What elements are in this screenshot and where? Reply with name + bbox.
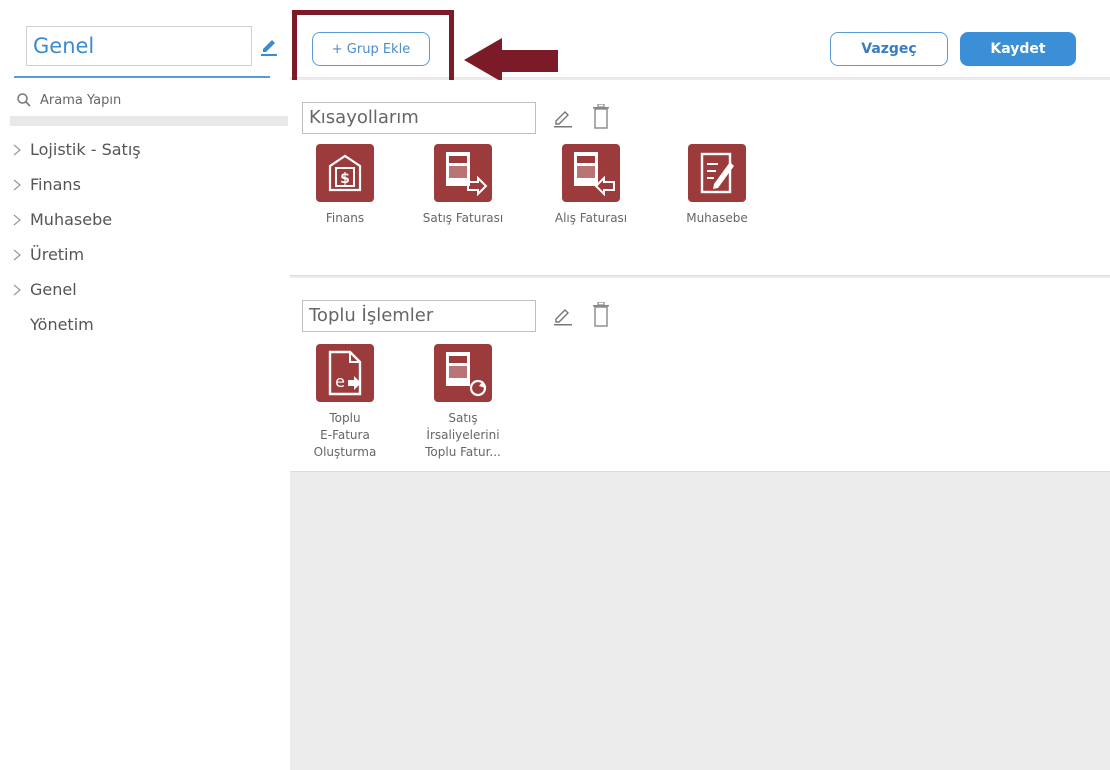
cancel-button[interactable]: Vazgeç [830, 32, 948, 66]
e-invoice-icon: e [316, 344, 374, 402]
menu-title-field[interactable]: Genel [26, 26, 252, 66]
shortcut-tile-satis-irsaliyeleri[interactable]: Satış İrsaliyelerini Toplu Fatur... [408, 344, 518, 461]
divider [10, 116, 288, 126]
group-name-field[interactable]: Toplu İşlemler [302, 300, 536, 332]
bulk-operations-group: Toplu İşlemler e Toplu E-Fatura Oluşturm… [290, 278, 1110, 472]
sidebar-item-label: Lojistik - Satış [30, 140, 141, 159]
chevron-right-icon [13, 179, 21, 190]
title-underline [14, 76, 270, 78]
add-group-button[interactable]: + Grup Ekle [312, 32, 430, 66]
chevron-right-icon [13, 284, 21, 295]
trash-icon[interactable] [592, 302, 610, 328]
tile-label: Muhasebe [686, 211, 748, 225]
sidebar-nav: Lojistik - Satış Finans Muhasebe Üretim … [10, 132, 288, 342]
tile-label: Alış Faturası [554, 211, 628, 225]
sidebar-item-label: Muhasebe [30, 210, 113, 229]
accounting-edit-icon [688, 144, 746, 202]
sidebar-item-finans[interactable]: Finans [10, 167, 288, 202]
sidebar-item-yonetim[interactable]: Yönetim [10, 307, 288, 342]
shortcut-tile-alis-faturasi[interactable]: Alış Faturası [536, 144, 646, 227]
sales-invoice-icon [434, 144, 492, 202]
tile-label: Satış Faturası [422, 211, 504, 225]
search-box[interactable]: Arama Yapın [14, 88, 288, 112]
search-placeholder: Arama Yapın [40, 92, 122, 108]
chevron-right-icon [13, 249, 21, 260]
svg-text:e: e [335, 372, 345, 391]
pencil-icon[interactable] [260, 34, 278, 56]
sidebar-item-lojistik-satis[interactable]: Lojistik - Satış [10, 132, 288, 167]
shortcut-tile-finans[interactable]: $ Finans [290, 144, 400, 227]
sidebar-item-genel[interactable]: Genel [10, 272, 288, 307]
group-name-field[interactable]: Kısayollarım [302, 102, 536, 134]
shortcut-group: Kısayollarım $ Finans Satış Faturası Alı… [290, 80, 1110, 276]
shortcut-tile-toplu-e-fatura[interactable]: e Toplu E-Fatura Oluşturma [290, 344, 400, 461]
sidebar-item-muhasebe[interactable]: Muhasebe [10, 202, 288, 237]
svg-text:$: $ [340, 171, 350, 187]
tile-label: Finans [325, 211, 365, 225]
toolbar: + Grup Ekle Vazgeç Kaydet [290, 8, 1110, 86]
sidebar-item-label: Finans [30, 175, 81, 194]
chevron-right-icon [13, 214, 21, 225]
sidebar-item-label: Yönetim [30, 315, 94, 334]
sidebar-item-label: Üretim [30, 245, 85, 264]
pencil-icon[interactable] [552, 108, 574, 128]
finance-dollar-icon: $ [316, 144, 374, 202]
arrow-left-icon [464, 38, 558, 82]
main-panel: + Grup Ekle Vazgeç Kaydet Kısayollarım $ [290, 8, 1110, 770]
pencil-icon[interactable] [552, 306, 574, 326]
chevron-right-icon [13, 144, 21, 155]
shortcut-tile-muhasebe[interactable]: Muhasebe [662, 144, 772, 227]
search-icon [17, 93, 31, 107]
sidebar: Genel Arama Yapın Lojistik - Satış Finan… [10, 12, 288, 770]
tile-label: Satış İrsaliyelerini Toplu Fatur... [425, 411, 501, 459]
tile-label: Toplu E-Fatura Oluşturma [313, 411, 377, 459]
sidebar-item-label: Genel [30, 280, 77, 299]
shortcut-tile-satis-faturasi[interactable]: Satış Faturası [408, 144, 518, 227]
save-button[interactable]: Kaydet [960, 32, 1076, 66]
trash-icon[interactable] [592, 104, 610, 130]
purchase-invoice-icon [562, 144, 620, 202]
sidebar-item-uretim[interactable]: Üretim [10, 237, 288, 272]
dispatch-refresh-icon [434, 344, 492, 402]
